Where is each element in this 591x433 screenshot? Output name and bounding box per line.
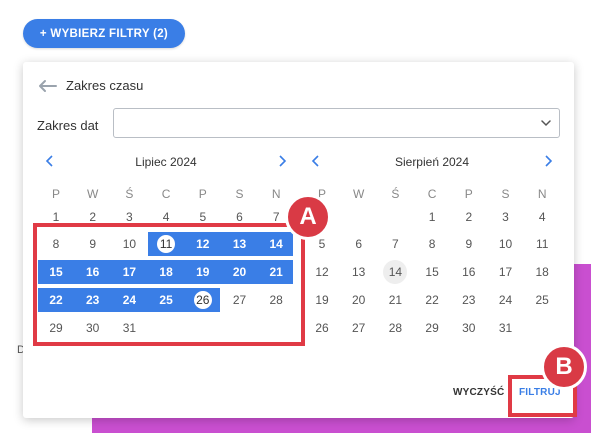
annotation-box-a <box>33 223 305 346</box>
arrow-left-icon[interactable] <box>37 79 57 93</box>
month-title-july: Lipiec 2024 <box>135 155 197 169</box>
calendar-day[interactable]: 10 <box>488 231 524 257</box>
calendar-day[interactable]: 20 <box>341 287 377 313</box>
calendar-day[interactable]: 23 <box>451 287 487 313</box>
calendar-day[interactable]: 3 <box>488 204 524 230</box>
calendar-day[interactable]: 30 <box>451 315 487 341</box>
calendar-day[interactable]: 18 <box>524 259 560 285</box>
calendar-day[interactable]: 27 <box>341 315 377 341</box>
prev-month-icon[interactable] <box>43 154 57 168</box>
calendar-day[interactable]: 31 <box>488 315 524 341</box>
weekday-label: Ś <box>391 187 400 201</box>
date-range-select[interactable] <box>113 108 560 138</box>
calendar-day[interactable]: 24 <box>488 287 524 313</box>
clear-button[interactable]: WYCZYŚĆ <box>453 387 504 398</box>
calendar-day[interactable]: 4 <box>524 204 560 230</box>
panel-title: Zakres czasu <box>66 78 144 93</box>
calendar-day[interactable]: 6 <box>341 231 377 257</box>
calendar-day[interactable]: 12 <box>304 259 340 285</box>
calendar-day[interactable]: 11 <box>524 231 560 257</box>
calendar-day[interactable]: 13 <box>341 259 377 285</box>
calendar-day[interactable]: 21 <box>377 287 413 313</box>
calendar-day[interactable]: 17 <box>488 259 524 285</box>
annotation-badge-b: B <box>541 344 587 390</box>
annotation-badge-a: A <box>285 194 331 240</box>
calendar-day[interactable]: 8 <box>414 231 450 257</box>
calendar-day[interactable]: 28 <box>377 315 413 341</box>
calendar-day[interactable]: 29 <box>414 315 450 341</box>
calendar-day[interactable]: 15 <box>414 259 450 285</box>
calendar-day[interactable]: 14 <box>377 259 413 285</box>
date-range-label: Zakres dat <box>37 118 99 133</box>
next-month-icon[interactable] <box>275 154 289 168</box>
choose-filters-button[interactable]: + WYBIERZ FILTRY (2) <box>23 19 185 48</box>
calendar-day[interactable]: 7 <box>377 231 413 257</box>
calendar-day[interactable]: 22 <box>414 287 450 313</box>
calendar-day[interactable]: 19 <box>304 287 340 313</box>
calendar-day[interactable]: 26 <box>304 315 340 341</box>
calendar-day[interactable]: 9 <box>451 231 487 257</box>
calendar-day[interactable]: 2 <box>451 204 487 230</box>
calendar-day[interactable]: 1 <box>414 204 450 230</box>
month-title-august: Sierpień 2024 <box>394 155 470 169</box>
weekday-label: W <box>353 187 365 201</box>
calendar-day[interactable]: 25 <box>524 287 560 313</box>
chevron-down-icon <box>541 120 551 127</box>
next-month-icon[interactable] <box>541 154 555 168</box>
calendar-day[interactable]: 16 <box>451 259 487 285</box>
prev-month-icon[interactable] <box>309 154 323 168</box>
